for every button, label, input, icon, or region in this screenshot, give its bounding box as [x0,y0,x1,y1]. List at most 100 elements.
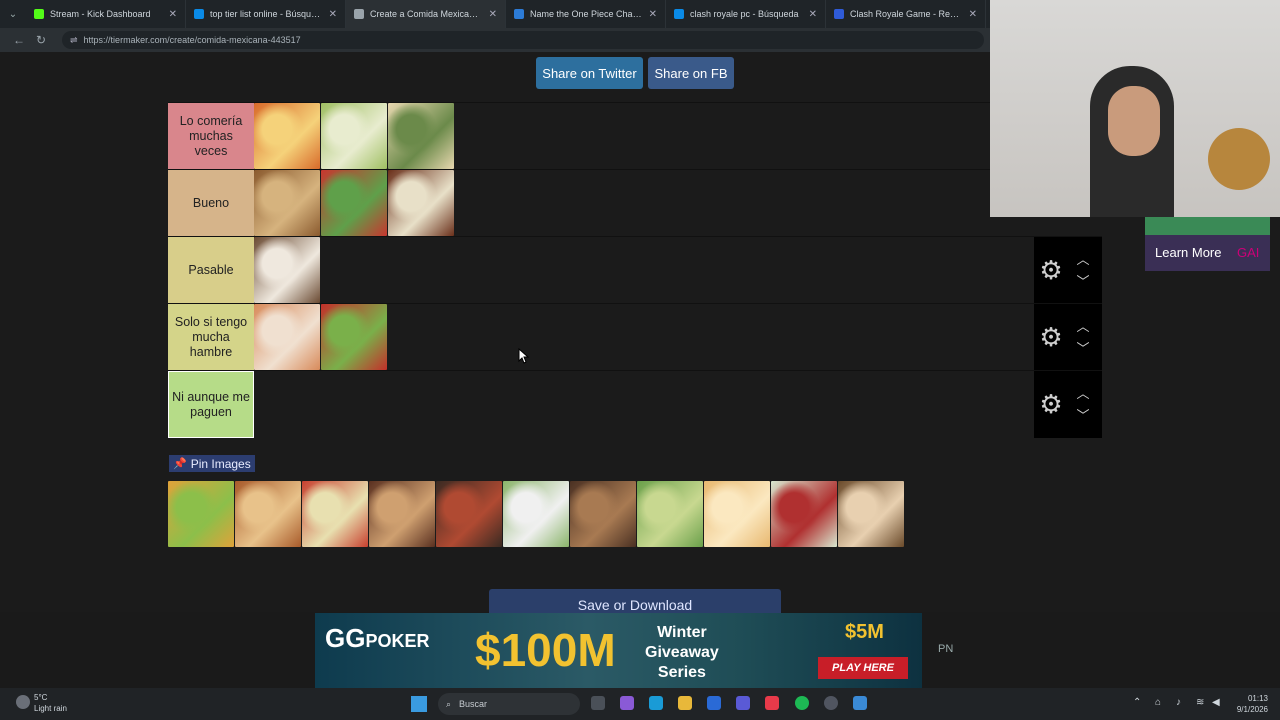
tier-label[interactable]: Solo si tengo mucha hambre [168,304,254,371]
pn-label: PN [938,643,954,655]
tier-row: Bueno [168,169,1102,237]
chevron-down-icon[interactable]: ﹀ [1076,338,1089,360]
system-clock[interactable]: 01:13 9/1/2026 [1218,693,1268,715]
browser-tab[interactable]: top tier list online - Búsqueda ✕ [186,0,346,28]
food-image[interactable] [637,481,703,547]
tab-favicon-icon [194,9,204,19]
chevron-up-icon[interactable]: ︿ [1076,383,1089,405]
food-image[interactable] [369,481,435,547]
tier-move-arrows: ︿ ﹀ [1068,383,1098,427]
tier-items[interactable] [254,170,455,236]
food-image[interactable] [302,481,368,547]
food-image[interactable] [254,170,320,236]
tab-close-icon[interactable]: ✕ [649,9,657,20]
browser-tab[interactable]: Clash Royale Game - Reviewed ✕ [826,0,986,28]
food-image[interactable] [254,237,320,303]
tab-title: top tier list online - Búsqueda [210,9,323,19]
tab-menu-icon[interactable]: ⌄ [0,0,26,28]
food-image[interactable] [704,481,770,547]
chevron-up-icon[interactable]: ︿ [1076,249,1089,271]
tab-title: clash royale pc - Búsqueda [690,9,799,19]
bottom-banner-ad[interactable]: GGPOKER $100M Winter Giveaway Series $5M… [315,613,922,688]
webcam-overlay [990,0,1280,217]
tab-favicon-icon [514,9,524,19]
copilot-icon[interactable] [620,696,634,710]
ad-play-button[interactable]: PLAY HERE [818,657,908,679]
share-fb-button[interactable]: Share on FB [648,57,734,89]
windows-start-icon[interactable] [411,696,427,712]
tab-close-icon[interactable]: ✕ [169,9,177,20]
browser-tab[interactable]: clash royale pc - Búsqueda ✕ [666,0,826,28]
clock-date: 9/1/2026 [1236,705,1268,714]
streamer-face [1108,86,1160,156]
wifi-icon[interactable]: ≋ [1196,697,1204,708]
chevron-down-icon[interactable]: ﹀ [1076,271,1089,293]
teams-icon[interactable] [736,696,750,710]
chevron-up-icon[interactable]: ︿ [1076,316,1089,338]
food-image[interactable] [388,103,454,169]
browser-tab[interactable]: Stream - Kick Dashboard ✕ [26,0,186,28]
tab-close-icon[interactable]: ✕ [969,9,977,20]
tier-row: Solo si tengo mucha hambre ⚙ ︿ ﹀ [168,303,1102,371]
side-ad-stripe [1145,217,1270,235]
url-field[interactable]: ⇌ https://tiermaker.com/create/comida-me… [62,31,984,49]
tier-move-arrows: ︿ ﹀ [1068,249,1098,293]
obs-icon[interactable] [824,696,838,710]
food-image[interactable] [436,481,502,547]
food-image[interactable] [388,170,454,236]
food-image[interactable] [321,103,387,169]
chevron-down-icon[interactable]: ﹀ [1076,405,1089,427]
unranked-image-pool [168,481,905,547]
windows-taskbar: 5°C Light rain ⌕ Buscar ⌃ ⌂ ♪ ≋ ◀ 01:13 … [0,688,1280,720]
tab-close-icon[interactable]: ✕ [809,9,817,20]
tier-items[interactable] [254,103,455,169]
food-image[interactable] [254,103,320,169]
ad-line1: Winter [657,624,707,641]
side-ad[interactable]: Learn More GAI [1145,217,1270,271]
network-icon[interactable]: ⌂ [1155,697,1161,708]
food-image[interactable] [321,170,387,236]
food-image[interactable] [570,481,636,547]
spotify-icon[interactable] [795,696,809,710]
food-image[interactable] [771,481,837,547]
tier-label[interactable]: Lo comería muchas veces [168,103,254,170]
tab-close-icon[interactable]: ✕ [329,9,337,20]
tier-items[interactable] [254,237,321,303]
gear-icon[interactable]: ⚙ [1034,322,1068,353]
tab-close-icon[interactable]: ✕ [489,9,497,20]
mouse-cursor [518,348,530,364]
tier-label[interactable]: Bueno [168,170,254,237]
site-info-icon[interactable]: ⇌ [70,35,78,46]
reload-icon[interactable]: ↻ [30,33,52,47]
tier-label[interactable]: Ni aunque me paguen [168,371,254,438]
food-image[interactable] [235,481,301,547]
mail-icon[interactable] [707,696,721,710]
gear-icon[interactable]: ⚙ [1034,255,1068,286]
mic-icon[interactable]: ♪ [1176,697,1181,708]
weather-widget[interactable]: 5°C Light rain [14,692,67,714]
task-view-icon[interactable] [591,696,605,710]
tier-row: Lo comería muchas veces [168,102,1102,170]
browser-tab[interactable]: Create a Comida Mexicana Tier Li ✕ [346,0,506,28]
food-image[interactable] [503,481,569,547]
tier-items[interactable] [254,304,388,370]
food-image[interactable] [321,304,387,370]
back-icon[interactable]: ← [8,33,30,47]
ad-addon: $5M [845,621,884,643]
tray-chevron-icon[interactable]: ⌃ [1133,697,1141,708]
gear-icon[interactable]: ⚙ [1034,389,1068,420]
file-explorer-icon[interactable] [678,696,692,710]
food-image[interactable] [168,481,234,547]
edge-icon[interactable] [649,696,663,710]
pin-images-toggle[interactable]: 📌 Pin Images [169,455,255,472]
tier-label[interactable]: Pasable [168,237,254,304]
share-twitter-button[interactable]: Share on Twitter [536,57,643,89]
food-image[interactable] [838,481,904,547]
taskbar-search[interactable]: ⌕ Buscar [438,693,580,715]
browser-tab[interactable]: Name the One Piece Characters - ✕ [506,0,666,28]
food-image[interactable] [254,304,320,370]
music-icon[interactable] [765,696,779,710]
tab-title: Create a Comida Mexicana Tier Li [370,9,483,19]
store-icon[interactable] [853,696,867,710]
learn-more-button[interactable]: Learn More [1155,245,1221,260]
